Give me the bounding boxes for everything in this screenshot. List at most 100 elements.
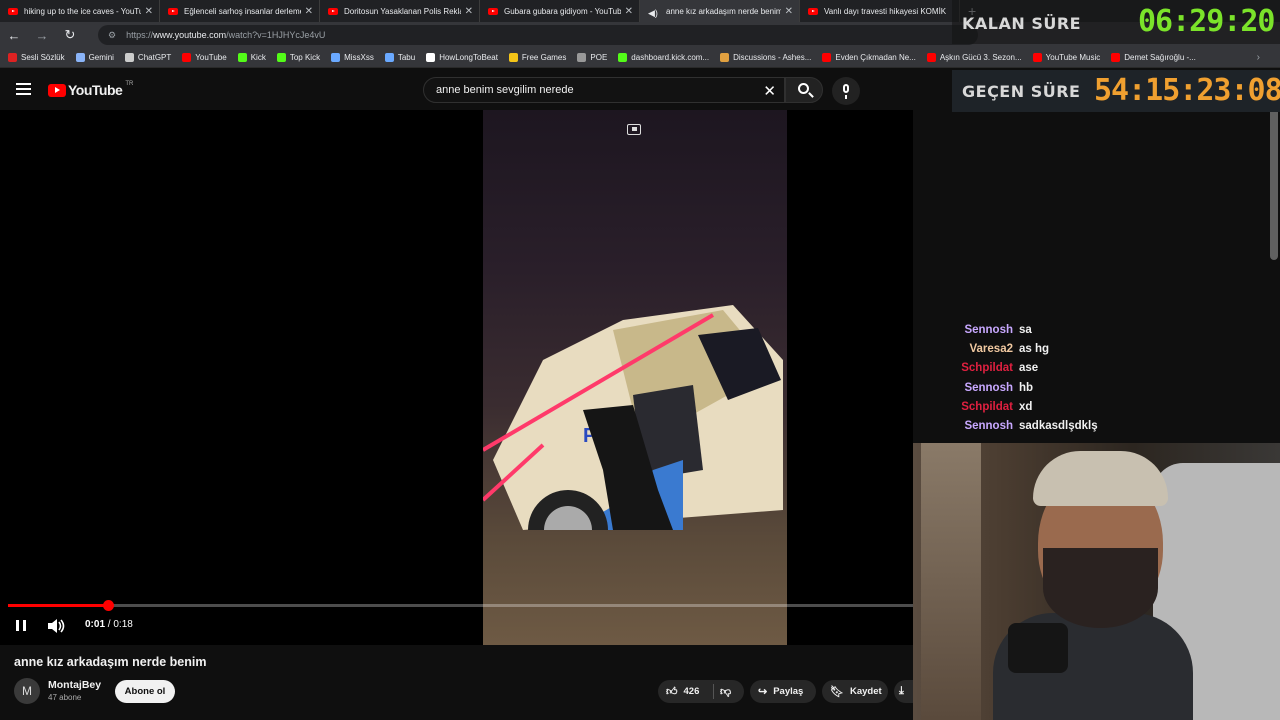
bookmark-label: Gemini (88, 53, 114, 62)
dislike-icon[interactable]: 👎︎ (720, 685, 731, 698)
like-count[interactable]: 426 (684, 686, 700, 697)
bookmark-favicon-icon (618, 53, 628, 62)
bookmark-label: Free Games (521, 53, 567, 62)
bookmark-item[interactable]: Top Kick (276, 53, 320, 62)
chat-message: Sennosh sadkasdlşdklş (916, 416, 1156, 435)
clear-search-icon[interactable]: ✕ (763, 82, 776, 100)
like-dislike-group: 👍︎ 426 👎︎ (658, 680, 744, 703)
channel-avatar[interactable]: M (14, 678, 40, 704)
back-icon[interactable]: ← (0, 28, 28, 43)
bookmark-icon: 🔖︎ (830, 686, 844, 698)
bookmark-favicon-icon (182, 53, 192, 62)
close-tab-icon[interactable]: ✕ (305, 6, 313, 17)
url-host: www.youtube.com (153, 30, 227, 40)
video-title: anne kız arkadaşım nerde benim (14, 655, 207, 669)
bookmark-label: dashboard.kick.com... (631, 53, 710, 62)
share-button[interactable]: ↪ Paylaş (750, 680, 816, 703)
subscriber-count: 47 abone (48, 693, 82, 702)
search-icon (798, 83, 809, 94)
chat-username: Sennosh (964, 323, 1013, 336)
download-button[interactable]: ⤓ (894, 680, 914, 703)
bookmark-favicon-icon (276, 53, 286, 62)
search-query: anne benim sevgilim nerede (436, 84, 574, 96)
bookmark-label: MissXss (344, 53, 374, 62)
video-frame: P (483, 110, 787, 645)
close-tab-icon[interactable]: ✕ (145, 6, 153, 17)
chat-text: hb (1019, 381, 1034, 394)
close-tab-icon[interactable]: ✕ (785, 6, 793, 17)
chat-username: Varesa2 (969, 342, 1014, 355)
stream-timer-overlay: KALAN SÜRE 06:29:20 GEÇEN SÜRE 54:15:23:… (952, 0, 1280, 112)
bookmark-item[interactable]: POE (577, 53, 607, 62)
webcam-microphone (1008, 623, 1068, 673)
pause-icon[interactable] (16, 620, 26, 631)
tab-title: Gubara gubara gidiyom - YouTube (504, 6, 621, 16)
bookmark-label: Discussions - Ashes... (733, 53, 812, 62)
site-info-icon[interactable]: ⚙ (108, 30, 116, 41)
browser-tab[interactable]: Eğlenceli sarhoş insanlar derlemesi ✕ (160, 0, 320, 22)
bookmark-item[interactable]: Free Games (508, 53, 567, 62)
bookmark-label: ChatGPT (137, 53, 172, 62)
save-button[interactable]: 🔖︎ Kaydet (822, 680, 888, 703)
close-tab-icon[interactable]: ✕ (625, 6, 633, 17)
progress-bar[interactable] (8, 600, 913, 611)
bookmark-label: Kick (250, 53, 266, 62)
bookmark-favicon-icon (384, 53, 394, 62)
download-icon: ⤓ (899, 685, 904, 697)
webcam-background-door (921, 443, 981, 720)
bookmark-favicon-icon (720, 53, 730, 62)
bookmark-item[interactable]: Gemini (75, 53, 114, 62)
browser-tab-active[interactable]: ◀) anne kız arkadaşım nerde benim ✕ (640, 0, 800, 22)
chat-username: Sennosh (964, 381, 1013, 394)
search-button[interactable] (785, 77, 823, 103)
youtube-logo[interactable]: YouTube TR (48, 81, 133, 98)
picture-in-picture-icon[interactable] (627, 124, 641, 135)
bookmark-item[interactable]: ChatGPT (124, 53, 172, 62)
bookmark-item[interactable]: dashboard.kick.com... (618, 53, 709, 62)
remaining-time-label: KALAN SÜRE (962, 14, 1082, 33)
bookmark-item[interactable]: Sesli Sözlük (8, 53, 65, 62)
bookmark-item[interactable]: Evden Çıkmadan Ne... (822, 53, 916, 62)
tab-title: Doritosun Yasaklanan Polis Reklamı (344, 6, 461, 16)
bookmark-label: Tabu (397, 53, 416, 62)
bookmark-favicon-icon (331, 53, 341, 62)
microphone-icon (843, 84, 849, 99)
bookmark-item[interactable]: Discussions - Ashes... (720, 53, 811, 62)
youtube-favicon-icon (808, 7, 818, 15)
subscribe-button[interactable]: Abone ol (115, 680, 175, 703)
bookmark-item[interactable]: MissXss (331, 53, 374, 62)
youtube-play-logo-icon (48, 83, 66, 97)
browser-tab[interactable]: Vanlı dayı travesti hikayesi KOMİK (800, 0, 960, 22)
volume-icon[interactable] (48, 619, 66, 633)
police-van-scene: P (483, 305, 783, 530)
search-input[interactable]: anne benim sevgilim nerede ✕ (423, 77, 785, 103)
bookmark-favicon-icon (822, 53, 832, 62)
audio-playing-icon[interactable]: ◀) (648, 8, 660, 18)
address-bar[interactable]: ⚙ https://www.youtube.com/watch?v=1HJHYc… (98, 25, 978, 45)
browser-tab[interactable]: Doritosun Yasaklanan Polis Reklamı ✕ (320, 0, 480, 22)
channel-name[interactable]: MontajBey (48, 679, 101, 691)
video-player[interactable]: P 0:01 / 0:18 (0, 110, 913, 645)
browser-tab[interactable]: hiking up to the ice caves - YouTube ✕ (0, 0, 160, 22)
bookmark-item[interactable]: Kick (237, 53, 266, 62)
bookmark-item[interactable]: YouTube (182, 53, 227, 62)
chat-message: Varesa2 as hg (916, 339, 1156, 358)
browser-tab[interactable]: Gubara gubara gidiyom - YouTube ✕ (480, 0, 640, 22)
reload-icon[interactable]: ↻ (56, 27, 84, 43)
youtube-favicon-icon (488, 7, 498, 15)
tab-title: anne kız arkadaşım nerde benim (666, 6, 781, 16)
youtube-favicon-icon (168, 7, 178, 15)
hamburger-menu-icon[interactable] (16, 83, 31, 95)
url-prefix: https:// (126, 30, 154, 40)
bookmark-item[interactable]: Tabu (384, 53, 416, 62)
bookmark-label: YouTube (195, 53, 227, 62)
voice-search-button[interactable] (832, 77, 860, 105)
progress-scrubber[interactable] (102, 600, 114, 611)
bookmark-favicon-icon (75, 53, 85, 62)
forward-icon[interactable]: → (28, 28, 56, 43)
bookmark-label: POE (590, 53, 608, 62)
chat-text: sadkasdlşdklş (1019, 420, 1098, 433)
bookmark-item[interactable]: HowLongToBeat (426, 53, 498, 62)
close-tab-icon[interactable]: ✕ (465, 6, 473, 17)
like-icon[interactable]: 👍︎ (666, 685, 678, 698)
